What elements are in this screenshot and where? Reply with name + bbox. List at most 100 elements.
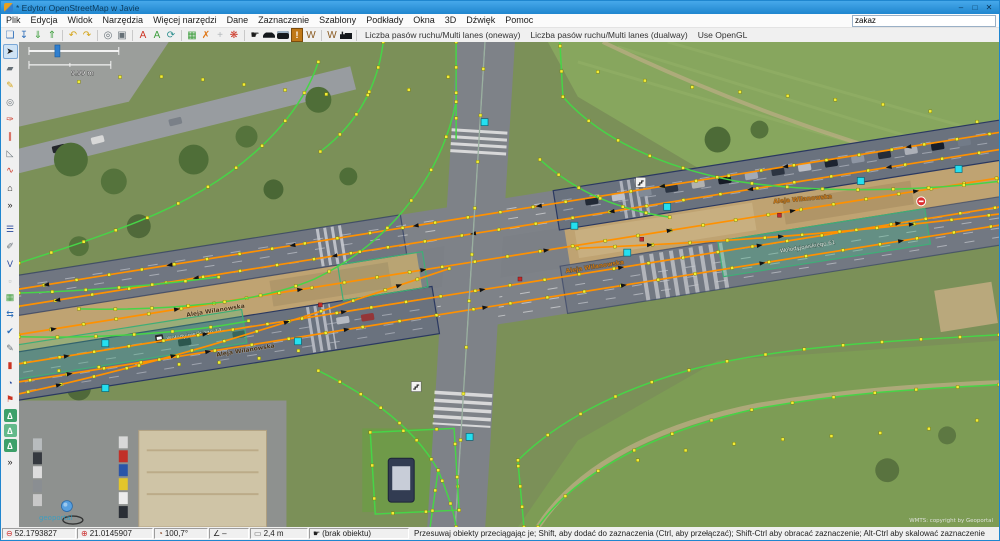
car-icon: [263, 32, 275, 39]
toolbar-separator: [132, 30, 133, 41]
menu-zaznaczenie[interactable]: Zaznaczenie: [253, 14, 314, 27]
draw-node-tool[interactable]: ✎: [3, 78, 18, 93]
heading-readout: ◔ 100,7°: [154, 528, 208, 539]
maximize-button[interactable]: □: [968, 1, 982, 14]
longitude-readout: ⊕ 21.0145907: [77, 528, 153, 539]
search-edit-tool[interactable]: ✎: [3, 341, 18, 356]
terracer-1-tool[interactable]: ∆: [4, 409, 17, 422]
minimize-button[interactable]: –: [954, 1, 968, 14]
factory-preset-button[interactable]: [339, 29, 353, 42]
imagery-grid-tool[interactable]: ▦: [3, 290, 18, 305]
imagery-button[interactable]: ▦: [185, 29, 199, 42]
zoom-to-data-button[interactable]: ◎: [101, 29, 115, 42]
multi-lanes-dualway-button[interactable]: Liczba pasów ruchu/Multi lanes (dualway): [525, 30, 692, 40]
compass-tool[interactable]: ◔: [3, 375, 18, 390]
select-tool[interactable]: ➤: [3, 44, 18, 59]
undo-button[interactable]: ↶: [66, 29, 80, 42]
heading-icon: ◔: [158, 529, 163, 538]
multi-lanes-oneway-button[interactable]: Liczba pasów ruchu/Multi lanes (oneway): [360, 30, 525, 40]
upload-button[interactable]: ⇑: [45, 29, 59, 42]
map-canvas[interactable]: Wołodyjowskiego 61 Wołodyjowskiego 14: [19, 42, 999, 527]
longitude-icon: ⊕: [81, 529, 88, 538]
menu-edycja[interactable]: Edycja: [26, 14, 63, 27]
zoom-to-selection-button[interactable]: ▣: [115, 29, 129, 42]
terracer-3-tool[interactable]: ∆: [4, 439, 17, 452]
menu-widok[interactable]: Widok: [63, 14, 98, 27]
history-previous-button[interactable]: A: [136, 29, 150, 42]
menu-okna[interactable]: Okna: [408, 14, 440, 27]
delete-tool[interactable]: ▰: [3, 61, 18, 76]
menu-wiecej-narzedzi[interactable]: Więcej narzędzi: [148, 14, 222, 27]
object-icon: ☛: [313, 529, 320, 538]
map-paint-tools-button[interactable]: ✗: [199, 29, 213, 42]
status-bar: ⊖ 52.1793827 ⊕ 21.0145907 ◔ 100,7° ∠ – ▭…: [1, 527, 999, 540]
ruler-icon: ▭: [254, 529, 262, 538]
validate-tool[interactable]: ✔: [3, 324, 18, 339]
scale-label: 9.99 m: [71, 69, 94, 77]
improve-way-tool[interactable]: ∿: [3, 163, 18, 178]
wikipedia-b-button[interactable]: W: [325, 29, 339, 42]
follow-line-tool[interactable]: V: [3, 256, 18, 271]
menu-szablony[interactable]: Szablony: [314, 14, 361, 27]
edit-toolbar: ➤ ▰ ✎ ◎ ✑ ∥ ◺ ∿ ⌂ » ☰ ✐ V ▫ ▦ ⇆ ✔ ✎ ▮ ◔ …: [1, 42, 20, 527]
save-button[interactable]: ↧: [17, 29, 31, 42]
layers-tool[interactable]: ☰: [3, 222, 18, 237]
use-opengl-button[interactable]: Use OpenGL: [693, 30, 753, 40]
menu-3d[interactable]: 3D: [440, 14, 462, 27]
menu-narzedzia[interactable]: Narzędzia: [98, 14, 149, 27]
stairs-icon: [636, 177, 646, 187]
menu-dane[interactable]: Dane: [222, 14, 254, 27]
zoom-tool[interactable]: ◎: [3, 95, 18, 110]
signal-box-button[interactable]: !: [290, 29, 304, 42]
utils-tool[interactable]: ▫: [3, 273, 18, 288]
angle-ruler-tool[interactable]: ◺: [3, 146, 18, 161]
imagery-attribution: WMTS: copyright by Geoportal: [909, 518, 993, 524]
signal-icon: !: [291, 28, 303, 42]
refresh-button[interactable]: ⟳: [164, 29, 178, 42]
latitude-readout: ⊖ 52.1793827: [2, 528, 76, 539]
toolbar-separator: [62, 30, 63, 41]
terracer-2-tool[interactable]: ∆: [4, 424, 17, 437]
pan-button[interactable]: ☛: [248, 29, 262, 42]
imagery-offset-tool[interactable]: ▮: [3, 358, 18, 373]
menu-dzwiek[interactable]: Dźwięk: [461, 14, 500, 27]
josm-app-icon: [4, 3, 13, 12]
angle-readout: ∠ –: [209, 528, 249, 539]
history-next-button[interactable]: A: [150, 29, 164, 42]
toolbar-separator: [356, 30, 357, 41]
notes-tool[interactable]: ✐: [3, 239, 18, 254]
wikipedia-a-button[interactable]: W: [304, 29, 318, 42]
purge-tool[interactable]: ✑: [3, 112, 18, 127]
object-info: ☛ (brak obiektu): [309, 528, 409, 539]
menu-bar: Plik Edycja Widok Narzędzia Więcej narzę…: [1, 14, 999, 28]
mirror-tool[interactable]: ⇆: [3, 307, 18, 322]
no-entry-sign-icon: [917, 197, 926, 206]
title-bar: * Edytor OpenStreetMap w Javie – □ ✕: [1, 1, 999, 14]
menu-podklady[interactable]: Podkłady: [361, 14, 408, 27]
photo-marker-tool[interactable]: ⚑: [3, 392, 18, 407]
close-button[interactable]: ✕: [982, 1, 996, 14]
parallel-way-tool[interactable]: ∥: [3, 129, 18, 144]
redo-button[interactable]: ↷: [80, 29, 94, 42]
add-node-button[interactable]: +: [213, 29, 227, 42]
download-button[interactable]: ⇓: [31, 29, 45, 42]
extrude-building-tool[interactable]: ⌂: [3, 180, 18, 195]
search-input[interactable]: [852, 15, 996, 27]
bus-preset-button[interactable]: [276, 29, 290, 42]
more-tools-top[interactable]: »: [3, 197, 18, 212]
toolbar-separator: [181, 30, 182, 41]
angle-icon: ∠: [213, 529, 220, 538]
menu-plik[interactable]: Plik: [1, 14, 26, 27]
bus-icon: [277, 31, 289, 39]
menu-pomoc[interactable]: Pomoc: [500, 14, 538, 27]
toolbar-separator: [244, 30, 245, 41]
latitude-icon: ⊖: [6, 529, 13, 538]
josm-logo-button[interactable]: ❋: [227, 29, 241, 42]
help-text: Przesuwaj obiekty przeciągając je; Shift…: [410, 528, 999, 539]
open-button[interactable]: ❏: [3, 29, 17, 42]
imagery-watermark: geoportal: [39, 514, 73, 522]
stairs-icon: [411, 382, 421, 392]
more-tools-bottom[interactable]: »: [3, 454, 18, 469]
window-title: * Edytor OpenStreetMap w Javie: [16, 3, 954, 13]
car-preset-button[interactable]: [262, 29, 276, 42]
